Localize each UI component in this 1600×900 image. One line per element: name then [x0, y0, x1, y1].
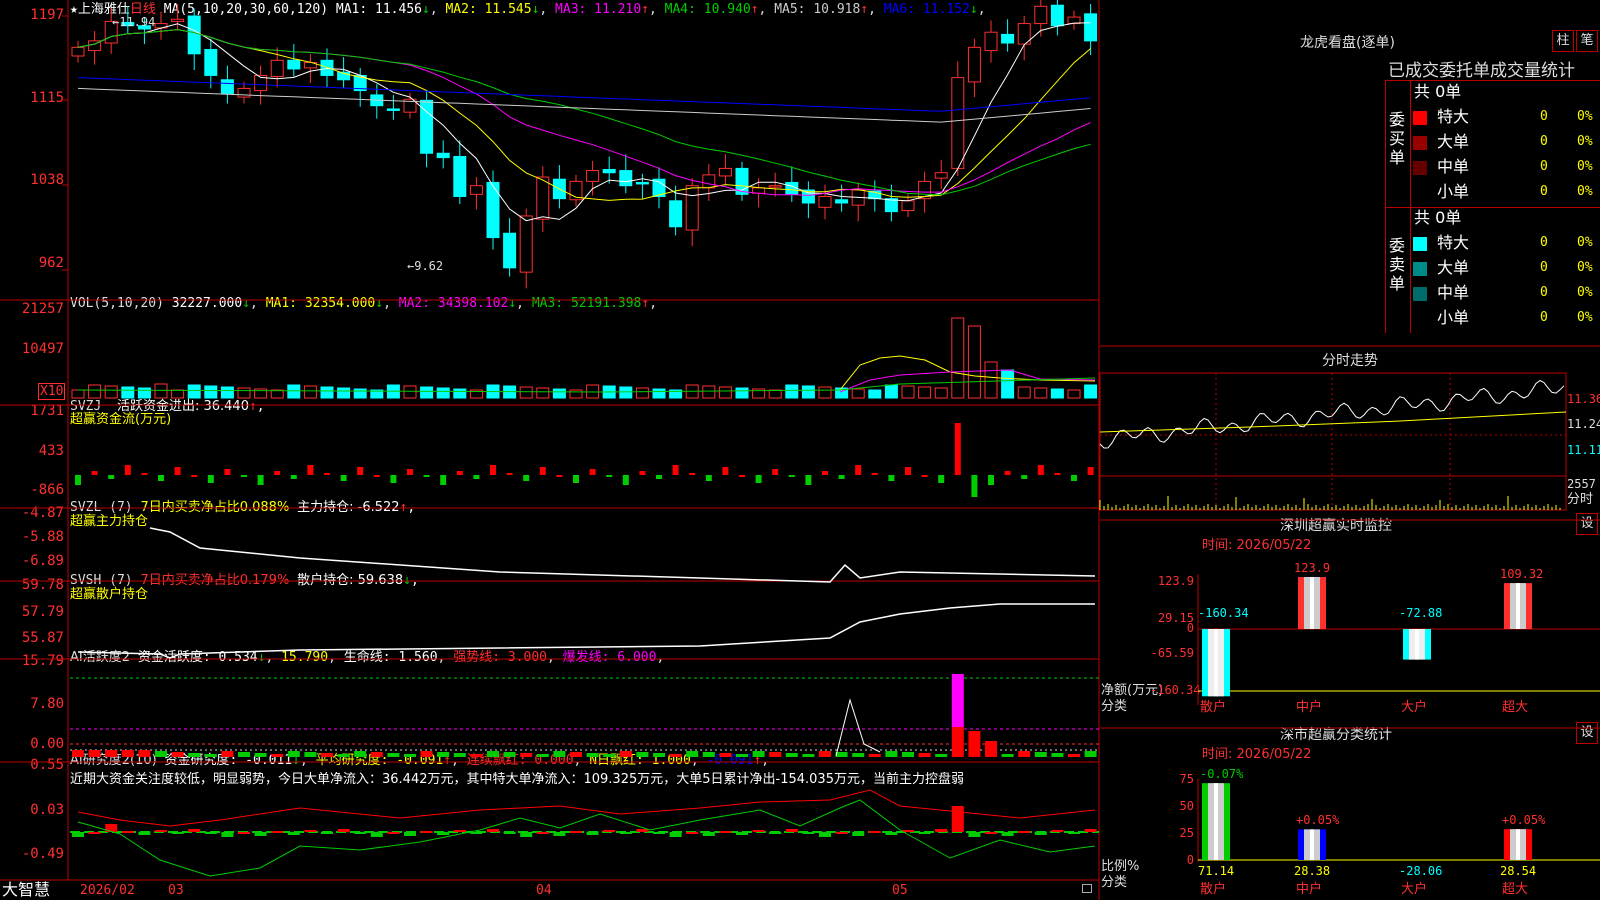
buy-total: 共 0单 — [1414, 82, 1462, 101]
buy-label: 委买单 — [1389, 110, 1406, 167]
svzl-line — [149, 527, 1096, 583]
ma-line-3 — [77, 29, 1091, 196]
legend-swatch — [1413, 312, 1427, 326]
monitor-ytick: -65.59 — [1150, 646, 1194, 660]
monitor-ytick: 123.9 — [1157, 574, 1194, 588]
row-count: 0 — [1540, 235, 1548, 250]
classify-time: 时间: 2026/05/22 — [1202, 747, 1312, 762]
row-pct: 0% — [1577, 235, 1593, 250]
classify-bottom-label: 28.38 — [1294, 864, 1331, 878]
row-count: 0 — [1540, 310, 1548, 325]
volume-bars — [71, 317, 1098, 399]
monitor-bar-label: -160.34 — [1198, 606, 1249, 620]
legend-swatch — [1413, 111, 1427, 125]
row-pct: 0% — [1577, 134, 1593, 149]
row-name: 小单 — [1437, 308, 1470, 327]
legend-swatch — [1413, 262, 1427, 276]
classify-cat-label: 散户 — [1200, 882, 1227, 897]
row-pct: 0% — [1577, 109, 1593, 124]
legend-swatch — [1413, 161, 1427, 175]
svg-text:←11.94: ←11.94 — [112, 15, 155, 29]
monitor-cat-label: 超大 — [1502, 700, 1529, 715]
classify-ytick: 75 — [1179, 772, 1194, 786]
monitor-ytick: -160.34 — [1150, 683, 1201, 697]
dragon-subtitle: 已成交委托单成交量统计 — [1388, 61, 1575, 81]
row-count: 0 — [1540, 134, 1548, 149]
classify-cat-label: 超大 — [1502, 882, 1529, 897]
row-count: 0 — [1540, 159, 1548, 174]
classify-title: 深市超赢分类统计 — [1280, 727, 1392, 743]
classify-cat-label: 大户 — [1401, 882, 1428, 897]
intraday-title: 分时走势 — [1322, 353, 1378, 369]
row-count: 0 — [1540, 260, 1548, 275]
row-name: 大单 — [1437, 132, 1470, 151]
row-count: 0 — [1540, 184, 1548, 199]
monitor-cat-label: 大户 — [1401, 700, 1428, 715]
monitor-time: 时间: 2026/05/22 — [1202, 538, 1312, 553]
monitor-ylabel2: 分类 — [1101, 699, 1128, 714]
classify-ytick: 50 — [1179, 799, 1194, 813]
monitor-settings-button[interactable]: 设 — [1576, 513, 1598, 535]
candles — [71, 0, 1098, 289]
svg-text:←9.62: ←9.62 — [407, 259, 443, 273]
row-name: 特大 — [1437, 233, 1470, 252]
monitor-cat-label: 中户 — [1296, 700, 1323, 715]
bar-view-button[interactable]: 柱 — [1552, 30, 1574, 52]
monitor-title: 深圳超赢实时监控 — [1280, 518, 1392, 534]
row-name: 中单 — [1437, 157, 1470, 176]
row-count: 0 — [1540, 285, 1548, 300]
detail-view-button[interactable]: 笔 — [1576, 30, 1598, 52]
classify-top-label: +0.05% — [1296, 813, 1340, 828]
row-pct: 0% — [1577, 285, 1593, 300]
row-name: 中单 — [1437, 283, 1470, 302]
classify-top-label: +0.05% — [1502, 813, 1546, 828]
intraday-tick-mid: 11.24 — [1567, 417, 1600, 431]
row-name: 特大 — [1437, 107, 1470, 126]
ai-active-bars — [72, 674, 1097, 757]
monitor-bar-label: 109.32 — [1500, 567, 1544, 582]
classify-top-label: -0.07% — [1200, 767, 1244, 782]
classify-ytick: 25 — [1179, 826, 1194, 840]
monitor-bar-label: 123.9 — [1294, 561, 1331, 575]
monitor-cat-label: 散户 — [1200, 700, 1227, 715]
classify-cat-label: 中户 — [1296, 882, 1323, 897]
legend-swatch — [1413, 237, 1427, 251]
legend-swatch — [1413, 287, 1427, 301]
classify-ytick: 0 — [1186, 853, 1194, 867]
intraday-vol-tick: 2557 — [1567, 477, 1596, 491]
row-pct: 0% — [1577, 184, 1593, 199]
svsh-line — [77, 603, 1095, 659]
classify-bottom-label: 71.14 — [1198, 864, 1235, 878]
intraday-tick-high: 11.36 — [1567, 392, 1600, 406]
row-pct: 0% — [1577, 260, 1593, 275]
classify-bottom-label: 28.54 — [1500, 864, 1537, 878]
legend-swatch — [1413, 186, 1427, 200]
ma-line-4 — [77, 29, 1091, 196]
intraday-tick-low: 11.11 — [1567, 443, 1600, 457]
row-pct: 0% — [1577, 159, 1593, 174]
dragon-title: 龙虎看盘(逐单) — [1300, 35, 1395, 51]
sell-total: 共 0单 — [1414, 208, 1462, 227]
classify-settings-button[interactable]: 设 — [1576, 722, 1598, 744]
intraday-unit: 分时 — [1567, 492, 1594, 507]
monitor-ytick: 0 — [1186, 621, 1194, 635]
sell-label: 委卖单 — [1389, 236, 1406, 293]
row-pct: 0% — [1577, 310, 1593, 325]
svzj-bars — [75, 423, 1094, 497]
classify-ylabel2: 分类 — [1101, 875, 1128, 890]
legend-swatch — [1413, 136, 1427, 150]
monitor-bar-label: -72.88 — [1399, 606, 1443, 620]
classify-bottom-label: -28.06 — [1399, 864, 1443, 878]
row-name: 小单 — [1437, 182, 1470, 201]
row-count: 0 — [1540, 109, 1548, 124]
chart-canvas[interactable]: ←11.94 ←9.62 — [0, 0, 1100, 900]
row-name: 大单 — [1437, 258, 1470, 277]
classify-ylabel: 比例% — [1101, 859, 1140, 874]
